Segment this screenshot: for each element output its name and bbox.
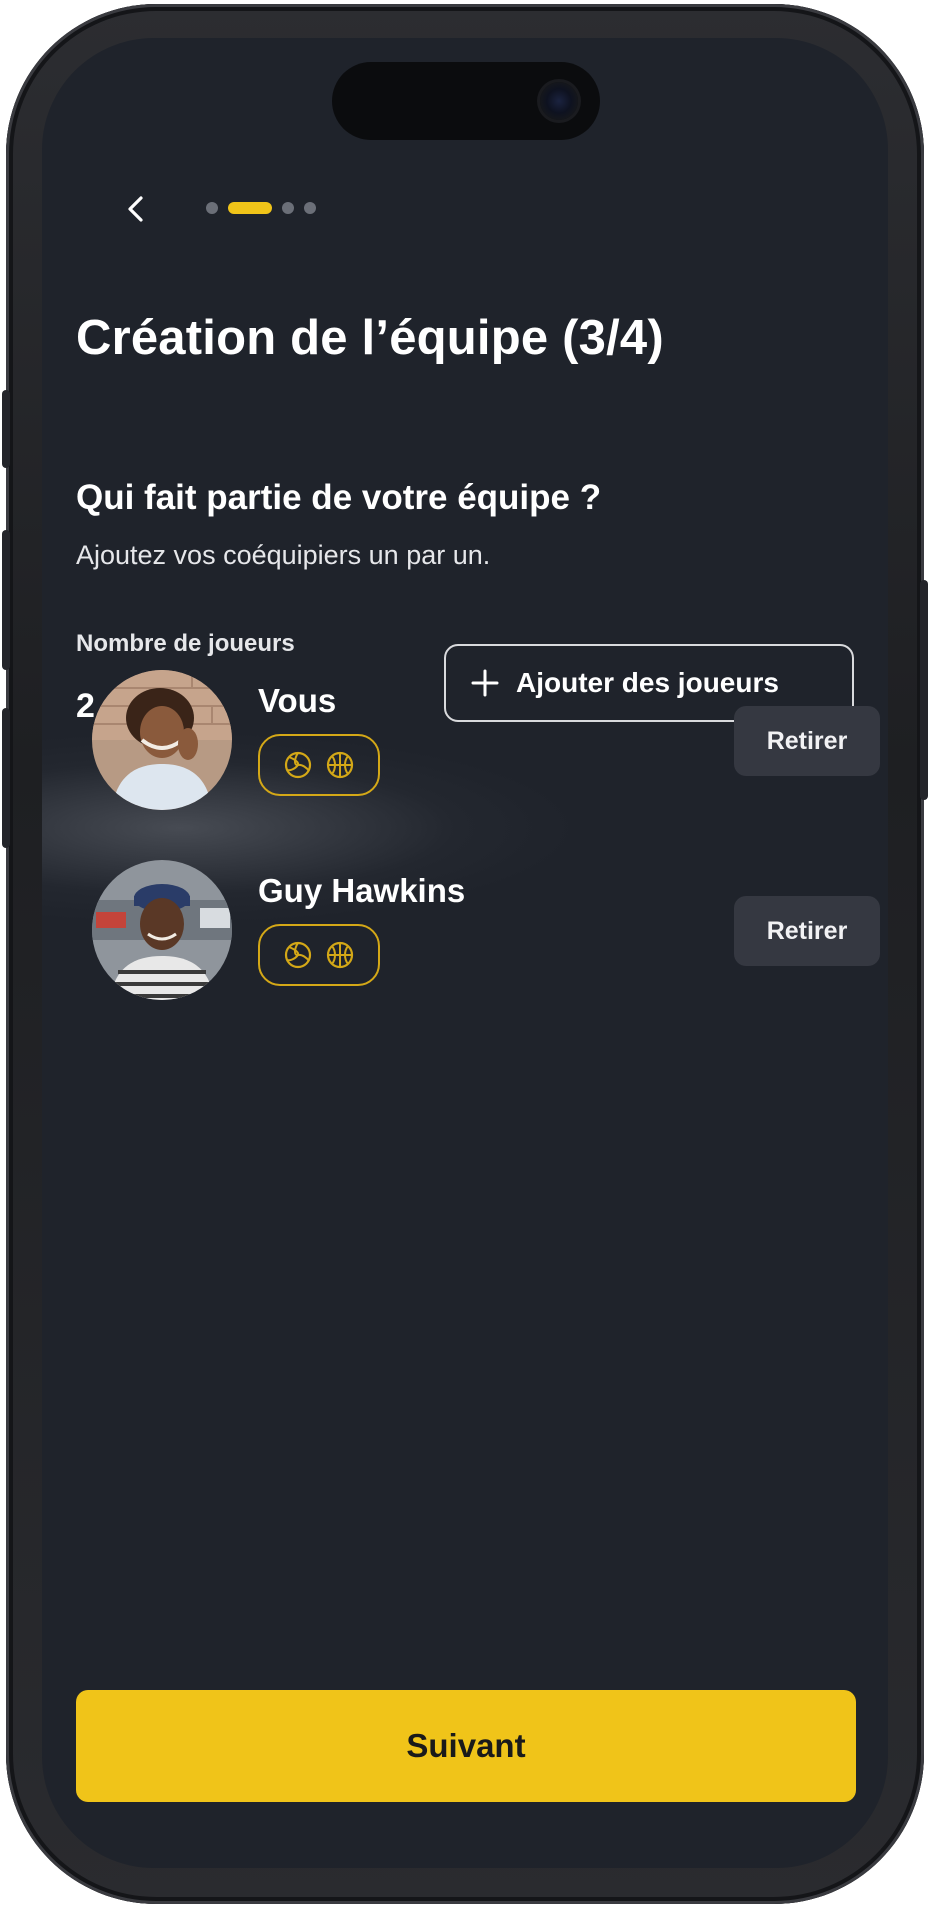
phone-volume-up-button: [2, 530, 10, 670]
chevron-left-icon: [128, 196, 143, 222]
section-question: Qui fait partie de votre équipe ?: [76, 478, 602, 517]
player-name: Guy Hawkins: [258, 872, 466, 909]
avatar: [92, 860, 232, 1000]
page-title: Création de l’équipe (3/4): [76, 311, 664, 365]
basketball-icon: [326, 941, 354, 969]
phone-action-button: [2, 390, 10, 468]
step-dot-3: [282, 202, 294, 214]
player-count-label: Nombre de joueurs: [76, 630, 295, 657]
back-button[interactable]: [112, 184, 162, 234]
basketball-icon: [326, 751, 354, 779]
volleyball-icon: [284, 941, 312, 969]
step-dot-1: [206, 202, 218, 214]
volleyball-icon: [284, 751, 312, 779]
avatar: [92, 670, 232, 810]
remove-player-button[interactable]: Retirer: [734, 706, 880, 776]
next-button[interactable]: Suivant: [76, 1690, 856, 1802]
sports-badge: [258, 734, 380, 796]
player-name: Vous: [258, 682, 337, 719]
phone-volume-down-button: [2, 708, 10, 848]
step-dot-4: [304, 202, 316, 214]
remove-player-button[interactable]: Retirer: [734, 896, 880, 966]
front-camera: [540, 82, 578, 120]
dynamic-island: [332, 62, 600, 140]
step-dot-2-active: [228, 202, 272, 214]
section-subtitle: Ajoutez vos coéquipiers un par un.: [76, 540, 491, 570]
player-row: Vous Retirer: [92, 670, 880, 810]
phone-power-button: [920, 580, 928, 800]
player-row: Guy Hawkins Retirer: [92, 860, 880, 1000]
sports-badge: [258, 924, 380, 986]
step-indicator: [206, 202, 316, 214]
app-screen: Création de l’équipe (3/4) Qui fait part…: [42, 38, 888, 1868]
